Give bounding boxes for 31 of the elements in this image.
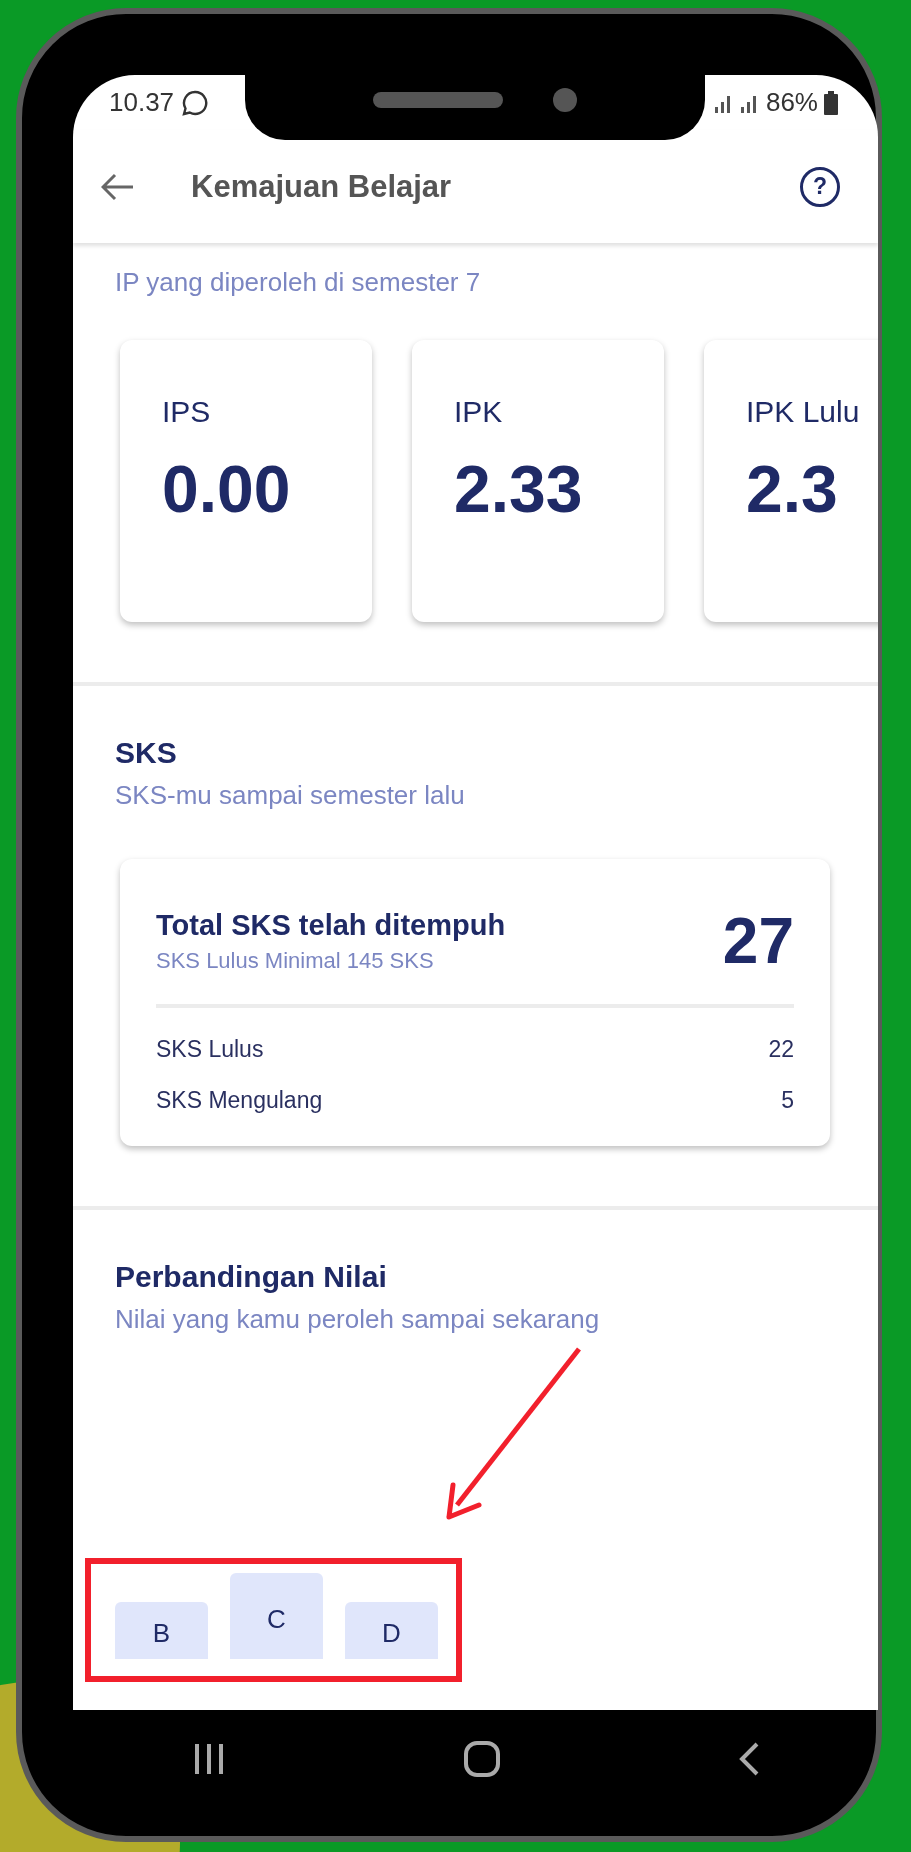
- stat-label: IPS: [162, 395, 212, 429]
- row-label: SKS Mengulang: [156, 1087, 323, 1114]
- chat-bubble-icon: [182, 89, 209, 116]
- back-arrow-icon[interactable]: [101, 172, 135, 201]
- back-icon[interactable]: [737, 1741, 760, 1777]
- section-subtitle: Nilai yang kamu peroleh sampai sekarang: [115, 1304, 601, 1335]
- stat-value: 2.3: [746, 451, 839, 527]
- section-title: Perbandingan Nilai: [115, 1260, 388, 1294]
- section-subtitle: SKS-mu sampai semester lalu: [115, 780, 466, 811]
- grade-bar: C: [230, 1573, 323, 1659]
- grade-bar: B: [115, 1602, 208, 1659]
- home-icon[interactable]: [462, 1740, 501, 1778]
- help-button[interactable]: ?: [800, 166, 840, 207]
- row-label: SKS Lulus: [156, 1036, 264, 1063]
- stat-value: 2.33: [454, 451, 584, 527]
- row-value: 5: [781, 1087, 794, 1114]
- section-subtitle: IP yang diperoleh di semester 7: [115, 267, 482, 298]
- card-title: Total SKS telah ditempuh: [156, 908, 507, 942]
- total-sks-value: 27: [722, 904, 794, 978]
- stat-label: IPK Lulu: [746, 395, 861, 429]
- camera-lens: [553, 88, 577, 112]
- status-time: 10.37: [109, 87, 175, 118]
- battery-icon: [824, 90, 838, 115]
- card-subtitle: SKS Lulus Minimal 145 SKS: [156, 947, 435, 974]
- battery-percent: 86%: [765, 87, 818, 118]
- grade-bar: D: [345, 1602, 438, 1659]
- row-value: 22: [768, 1036, 794, 1063]
- page-title: Kemajuan Belajar: [191, 168, 453, 205]
- section-title: SKS: [115, 736, 178, 770]
- stat-label: IPK: [454, 395, 504, 429]
- stat-value: 0.00: [162, 451, 292, 527]
